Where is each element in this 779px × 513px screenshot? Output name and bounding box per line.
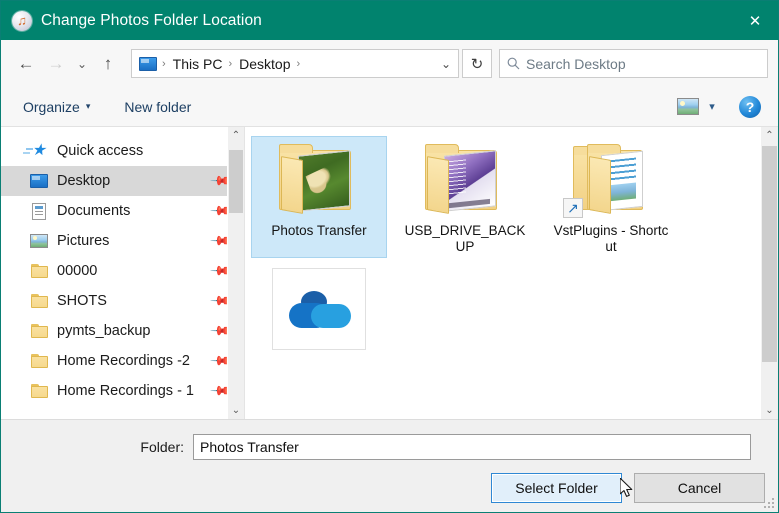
- sidebar-item-home-recordings-2[interactable]: Home Recordings -2 📌: [1, 346, 244, 376]
- breadcrumb-separator[interactable]: ›: [225, 58, 236, 70]
- file-item-label: VstPlugins - Shortcut: [553, 223, 669, 254]
- sidebar-item-label: Documents: [57, 203, 131, 219]
- chevron-down-icon: ▾: [85, 101, 91, 111]
- breadcrumb-separator[interactable]: ›: [159, 58, 170, 70]
- sidebar-item-label: 00000: [57, 263, 98, 279]
- search-icon: [500, 57, 526, 70]
- change-photos-folder-location-dialog: ♫ Change Photos Folder Location ✕ ← → ⌄ …: [0, 0, 779, 513]
- file-list-pane: Photos Transfer USB_DRIVE_BACKUP ↗ VstPl…: [245, 127, 778, 419]
- sidebar-item-00000[interactable]: 00000 📌: [1, 256, 244, 286]
- file-item-label: USB_DRIVE_BACKUP: [404, 223, 526, 254]
- scroll-up-icon[interactable]: ⌃: [228, 127, 244, 144]
- sidebar-item-label: Home Recordings - 1: [57, 383, 194, 399]
- cancel-button[interactable]: Cancel: [634, 473, 765, 503]
- dog-on-grass-thumbnail: [299, 151, 349, 211]
- picture-icon: [28, 234, 50, 248]
- folder-input[interactable]: [193, 434, 751, 460]
- folder-icon: [28, 294, 50, 308]
- file-item-label: Photos Transfer: [271, 223, 367, 238]
- sidebar-item-label: Desktop: [57, 173, 111, 189]
- sidebar-item-label: Quick access: [57, 143, 144, 159]
- mac-desktop-thumbnail: [445, 151, 495, 211]
- sidebar-item-home-recordings-1[interactable]: Home Recordings - 1 📌: [1, 376, 244, 406]
- forward-button: →: [47, 53, 65, 73]
- navigation-bar: ← → ⌄ ↑ › This PC › Desktop › ⌄ ↻: [1, 40, 778, 87]
- document-icon: [28, 202, 50, 220]
- sidebar-item-label: pymts_backup: [57, 323, 151, 339]
- star-icon: [25, 140, 50, 160]
- sidebar-item-quick-access[interactable]: Quick access: [1, 136, 244, 166]
- up-button[interactable]: ↑: [93, 49, 123, 79]
- folder-thumbnail: ↗: [563, 140, 657, 220]
- dialog-button-row: Select Folder Cancel: [491, 473, 765, 503]
- toolbar: Organize ▾ New folder ▾ ?: [1, 87, 778, 127]
- scroll-down-icon[interactable]: ⌄: [761, 402, 778, 419]
- itunes-music-note-icon: ♫: [12, 10, 32, 31]
- sidebar-item-label: Home Recordings -2: [57, 353, 190, 369]
- sidebar-item-pictures[interactable]: Pictures 📌: [1, 226, 244, 256]
- help-button[interactable]: ?: [739, 95, 761, 118]
- monitor-icon: [28, 174, 50, 188]
- scrollbar-thumb[interactable]: [229, 150, 243, 213]
- refresh-button[interactable]: ↻: [462, 49, 492, 78]
- sidebar-item-shots[interactable]: SHOTS 📌: [1, 286, 244, 316]
- sidebar-item-desktop[interactable]: Desktop 📌: [1, 166, 244, 196]
- scroll-down-icon[interactable]: ⌄: [228, 402, 244, 419]
- resize-grip[interactable]: [764, 498, 775, 509]
- file-item-photos-transfer[interactable]: Photos Transfer: [251, 136, 387, 258]
- folder-label: Folder:: [140, 439, 184, 455]
- scroll-up-icon[interactable]: ⌃: [761, 127, 778, 144]
- folder-icon: [28, 354, 50, 368]
- folder-thumbnail: [273, 140, 365, 220]
- title-bar: ♫ Change Photos Folder Location ✕: [1, 1, 778, 40]
- chevron-down-icon[interactable]: ▾: [699, 100, 725, 113]
- chevron-down-icon[interactable]: ⌄: [434, 50, 458, 77]
- folder-field-row: Folder:: [1, 434, 778, 460]
- sidebar-item-documents[interactable]: Documents 📌: [1, 196, 244, 226]
- view-mode-icon[interactable]: [677, 98, 699, 115]
- organize-label: Organize: [23, 98, 80, 115]
- sidebar-item-label: SHOTS: [57, 293, 107, 309]
- file-grid: Photos Transfer USB_DRIVE_BACKUP ↗ VstPl…: [245, 127, 761, 419]
- sidebar-scrollbar[interactable]: ⌃ ⌄: [227, 127, 244, 419]
- breadcrumb[interactable]: › This PC › Desktop › ⌄: [131, 49, 459, 78]
- sidebar-item-label: Pictures: [57, 233, 110, 249]
- onedrive-thumbnail: [272, 268, 366, 350]
- file-item-usb-drive-backup[interactable]: USB_DRIVE_BACKUP: [397, 136, 533, 258]
- select-folder-button[interactable]: Select Folder: [491, 473, 622, 503]
- shortcut-arrow-icon: ↗: [563, 198, 583, 218]
- search-input[interactable]: [526, 55, 767, 72]
- breadcrumb-item-desktop[interactable]: Desktop: [236, 56, 293, 72]
- dialog-footer: Folder: Select Folder Cancel groovyPost.…: [1, 419, 778, 512]
- folder-icon: [28, 384, 50, 398]
- music-note-glyph: ♫: [17, 13, 27, 28]
- toolbar-right-group: ▾ ?: [677, 95, 778, 118]
- back-button[interactable]: ←: [11, 49, 41, 79]
- dialog-body: Quick access Desktop 📌 Documents 📌 Pictu…: [1, 127, 778, 419]
- window-title: Change Photos Folder Location: [41, 11, 262, 29]
- folder-thumbnail: [419, 140, 511, 220]
- onedrive-cloud-icon: [289, 291, 351, 329]
- navigation-sidebar: Quick access Desktop 📌 Documents 📌 Pictu…: [1, 127, 244, 419]
- breadcrumb-separator[interactable]: ›: [294, 58, 305, 70]
- search-box[interactable]: [499, 49, 768, 78]
- breadcrumb-item-this-pc[interactable]: This PC: [170, 56, 226, 72]
- file-list-scrollbar[interactable]: ⌃ ⌄: [761, 127, 778, 419]
- file-item-onedrive[interactable]: [251, 264, 387, 356]
- new-folder-button[interactable]: New folder: [116, 99, 199, 115]
- recent-locations-button[interactable]: ⌄: [71, 49, 93, 79]
- sidebar-item-pymts-backup[interactable]: pymts_backup 📌: [1, 316, 244, 346]
- this-pc-icon: [139, 56, 157, 71]
- file-item-vstplugins-shortcut[interactable]: ↗ VstPlugins - Shortcut: [543, 136, 679, 258]
- close-icon[interactable]: ✕: [732, 1, 778, 40]
- folder-icon: [28, 324, 50, 338]
- folder-icon: [28, 264, 50, 278]
- scrollbar-thumb[interactable]: [762, 146, 777, 362]
- organize-button[interactable]: Organize ▾: [15, 99, 98, 115]
